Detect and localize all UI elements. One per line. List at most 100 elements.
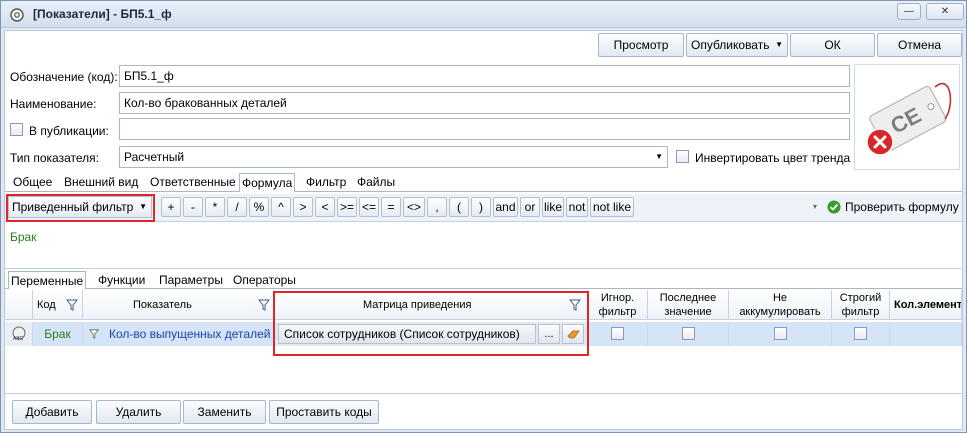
column-no-accumulate-line2: аккумулировать xyxy=(739,306,821,318)
close-button[interactable]: ✕ xyxy=(926,3,964,20)
operator-button[interactable]: not like xyxy=(590,197,634,217)
gear-icon xyxy=(9,7,25,23)
operator-button[interactable]: like xyxy=(542,197,564,217)
column-ignore-filter[interactable]: Игнор. фильтр xyxy=(588,290,648,320)
column-strict-filter-line2: фильтр xyxy=(841,306,880,318)
operator-button[interactable]: <> xyxy=(403,197,425,217)
add-button[interactable]: Добавить xyxy=(12,400,92,424)
column-strict-filter-line1: Строгий xyxy=(839,292,882,304)
operator-button[interactable]: <= xyxy=(359,197,379,217)
formula-text: Брак xyxy=(10,230,37,244)
row-code[interactable]: Брак xyxy=(33,322,83,346)
dialog-window: [Показатели] - БП5.1_ф — ✕ Просмотр Опуб… xyxy=(0,0,967,433)
tab-appearance[interactable]: Внешний вид xyxy=(62,173,140,191)
subtab-functions[interactable]: Функции xyxy=(96,271,147,289)
abc-type-icon: ABC xyxy=(12,326,26,342)
subtab-operators[interactable]: Операторы xyxy=(231,271,298,289)
subtab-parameters[interactable]: Параметры xyxy=(157,271,225,289)
operator-button[interactable]: / xyxy=(227,197,247,217)
tab-formula[interactable]: Формула xyxy=(239,173,296,192)
window-title: [Показатели] - БП5.1_ф xyxy=(33,7,172,21)
replace-button[interactable]: Заменить xyxy=(183,400,266,424)
column-no-accumulate[interactable]: Не аккумулировать xyxy=(729,290,832,320)
row-no-accumulate-cell xyxy=(729,322,832,346)
column-code[interactable]: Код xyxy=(33,290,83,320)
operator-button[interactable]: + xyxy=(161,197,181,217)
operator-button[interactable]: ^ xyxy=(271,197,291,217)
column-code-label: Код xyxy=(37,299,56,311)
bottom-separator xyxy=(5,393,962,394)
column-last-value[interactable]: Последнее значение xyxy=(648,290,729,320)
code-label: Обозначение (код): xyxy=(10,70,118,84)
grid-corner-cell xyxy=(5,290,33,320)
column-element-count[interactable]: Кол.элемент xyxy=(890,290,962,320)
filter-funnel-icon[interactable] xyxy=(66,299,78,311)
row-strict-filter-checkbox[interactable] xyxy=(854,327,867,340)
publication-field[interactable] xyxy=(119,118,850,140)
operator-button[interactable]: or xyxy=(520,197,540,217)
operator-button[interactable]: , xyxy=(427,197,447,217)
preview-button[interactable]: Просмотр xyxy=(598,33,684,57)
publish-dropdown[interactable]: Опубликовать ▼ xyxy=(686,33,788,57)
row-ignore-filter-cell xyxy=(588,322,648,346)
delete-button[interactable]: Удалить xyxy=(96,400,181,424)
cancel-button[interactable]: Отмена xyxy=(877,33,962,57)
ok-button[interactable]: ОК xyxy=(790,33,875,57)
type-select[interactable]: Расчетный ▼ xyxy=(119,146,668,168)
svg-text:ABC: ABC xyxy=(13,336,24,342)
tab-general[interactable]: Общее xyxy=(11,173,54,191)
overflow-chevron-icon[interactable]: ▾ xyxy=(813,197,821,217)
code-field[interactable]: БП5.1_ф xyxy=(119,65,850,87)
formula-editor[interactable]: Брак xyxy=(5,223,962,269)
type-label: Тип показателя: xyxy=(10,151,99,165)
name-field[interactable]: Кол-во бракованных деталей xyxy=(119,92,850,114)
column-indicator[interactable]: Показатель xyxy=(83,290,275,320)
invert-trend-label: Инвертировать цвет тренда xyxy=(695,151,851,165)
operator-button[interactable]: < xyxy=(315,197,335,217)
error-cross-icon xyxy=(866,128,894,156)
operator-button[interactable]: >= xyxy=(337,197,357,217)
publication-checkbox[interactable] xyxy=(10,123,23,136)
operator-button[interactable]: ) xyxy=(471,197,491,217)
dialog-content: Просмотр Опубликовать ▼ ОК Отмена Обозна… xyxy=(4,30,963,430)
publication-label: В публикации: xyxy=(29,124,109,138)
row-last-value-checkbox[interactable] xyxy=(682,327,695,340)
row-indicator-cell[interactable]: Кол-во выпущенных деталей xyxy=(83,322,275,346)
name-label: Наименование: xyxy=(10,97,97,111)
chevron-down-icon: ▼ xyxy=(655,152,663,161)
minimize-button[interactable]: — xyxy=(897,3,921,20)
subtab-variables[interactable]: Переменные xyxy=(8,271,87,289)
operator-button[interactable]: % xyxy=(249,197,269,217)
operator-button[interactable]: not xyxy=(566,197,588,217)
set-codes-button[interactable]: Проставить коды xyxy=(269,400,379,424)
invert-trend-checkbox[interactable] xyxy=(676,150,689,163)
column-strict-filter[interactable]: Строгий фильтр xyxy=(832,290,890,320)
check-formula-button[interactable]: Проверить формулу xyxy=(825,197,961,217)
column-no-accumulate-line1: Не xyxy=(772,292,788,304)
column-last-value-line2: значение xyxy=(664,306,712,318)
tab-responsible[interactable]: Ответственные xyxy=(148,173,238,191)
operator-button[interactable]: - xyxy=(183,197,203,217)
highlight-matrix-column xyxy=(273,291,589,356)
operator-button[interactable]: ( xyxy=(449,197,469,217)
operator-button[interactable]: * xyxy=(205,197,225,217)
type-value: Расчетный xyxy=(124,150,185,164)
row-element-count-cell[interactable] xyxy=(890,322,962,346)
chevron-down-icon: ▼ xyxy=(775,40,783,49)
row-indicator-text: Кол-во выпущенных деталей xyxy=(109,327,271,341)
row-no-accumulate-checkbox[interactable] xyxy=(774,327,787,340)
publish-label: Опубликовать xyxy=(691,38,770,52)
filter-funnel-icon[interactable] xyxy=(258,299,270,311)
operator-button[interactable]: > xyxy=(293,197,313,217)
row-last-value-cell xyxy=(648,322,729,346)
subtab-strip-line xyxy=(5,288,962,289)
tab-filter[interactable]: Фильтр xyxy=(304,173,348,191)
row-ignore-filter-checkbox[interactable] xyxy=(611,327,624,340)
check-formula-label: Проверить формулу xyxy=(845,200,959,214)
operator-button[interactable]: and xyxy=(493,197,518,217)
row-indicator[interactable]: ABC xyxy=(5,322,33,346)
operator-button[interactable]: = xyxy=(381,197,401,217)
filter-funnel-icon xyxy=(89,329,99,339)
tab-files[interactable]: Файлы xyxy=(355,173,397,191)
column-element-count-label: Кол.элемент xyxy=(894,299,962,311)
